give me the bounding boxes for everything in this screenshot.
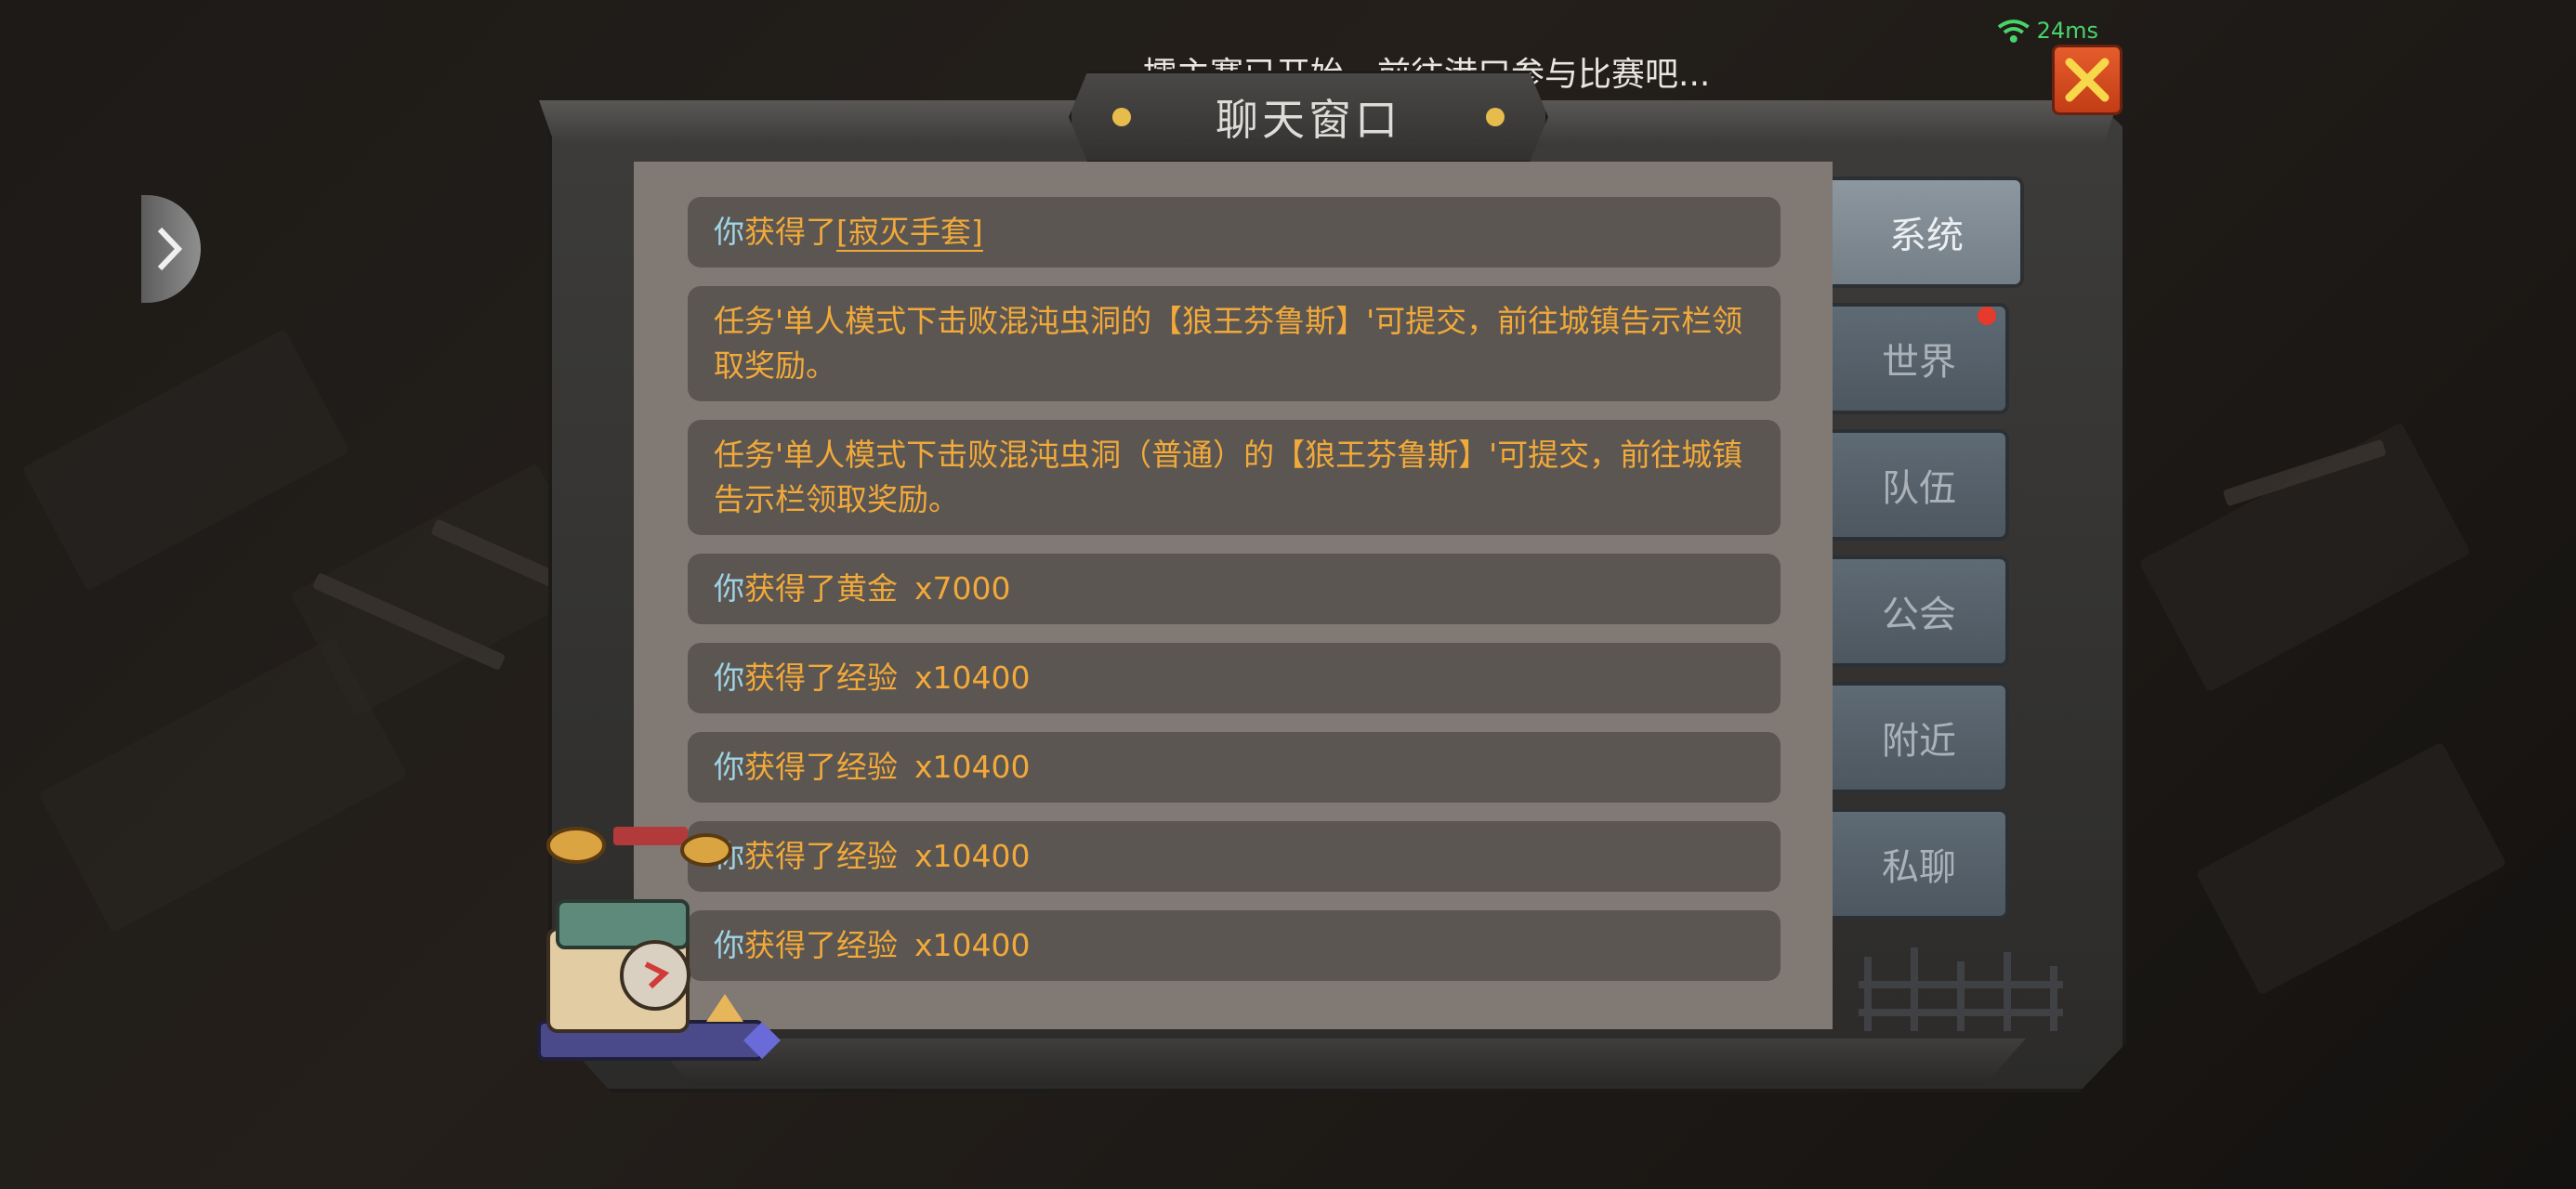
message-quantity: x10400 bbox=[914, 749, 1031, 785]
tab-guild[interactable]: 公会 bbox=[1833, 555, 2009, 667]
message-quantity: x10400 bbox=[914, 660, 1031, 696]
message-sender: 你 bbox=[714, 749, 744, 785]
tab-nearby[interactable]: 附近 bbox=[1833, 682, 2009, 793]
message-text: 获得了 bbox=[744, 214, 836, 250]
message-quantity: x10400 bbox=[914, 838, 1031, 874]
tab-label: 私聊 bbox=[1882, 846, 1956, 889]
title-ornament-left bbox=[1112, 108, 1131, 126]
chat-message: 你获得了黄金 x7000 bbox=[688, 554, 1781, 624]
chat-message: 你获得了经验 x10400 bbox=[688, 732, 1781, 803]
tab-label: 世界 bbox=[1882, 341, 1956, 384]
network-status: 24ms bbox=[1996, 15, 2098, 46]
message-text: 获得了经验 bbox=[744, 749, 898, 785]
world-notification-dot bbox=[1978, 307, 1996, 325]
message-quantity: x10400 bbox=[914, 927, 1031, 963]
chat-message: 你获得了经验x10400 bbox=[688, 821, 1781, 892]
item-link[interactable]: [寂灭手套] bbox=[836, 214, 983, 252]
message-quantity: x7000 bbox=[914, 570, 1011, 607]
message-text: 任务'单人模式下击败混沌虫洞的【狼王芬鲁斯】'可提交，前往城镇告示栏领取奖励。 bbox=[714, 303, 1743, 384]
treasure-chest-illustration bbox=[537, 827, 781, 1061]
title-ornament-right bbox=[1486, 108, 1505, 126]
tab-label: 附近 bbox=[1882, 720, 1956, 763]
message-sender: 你 bbox=[714, 660, 744, 696]
message-sender: 你 bbox=[714, 570, 744, 607]
chat-window-title-plate: 聊天窗口 bbox=[1069, 71, 1548, 163]
chat-message: 任务'单人模式下击败混沌虫洞（普通）的【狼王芬鲁斯】'可提交，前往城镇告示栏领取… bbox=[688, 420, 1781, 535]
message-sender: 你 bbox=[714, 214, 744, 250]
close-button[interactable] bbox=[2052, 45, 2123, 115]
tab-label: 系统 bbox=[1889, 215, 1964, 257]
tab-label: 队伍 bbox=[1882, 467, 1956, 510]
fence-decoration bbox=[1859, 947, 2063, 1031]
message-text: 获得了黄金 bbox=[744, 570, 898, 607]
chat-message: 你获得了经验x10400 bbox=[688, 910, 1781, 981]
chevron-right-icon bbox=[157, 227, 183, 271]
chat-message: 你获得了经验 x10400 bbox=[688, 643, 1781, 713]
chat-message: 你获得了[寂灭手套] bbox=[688, 197, 1781, 268]
ping-value: 24ms bbox=[2036, 18, 2098, 44]
chat-message: 任务'单人模式下击败混沌虫洞的【狼王芬鲁斯】'可提交，前往城镇告示栏领取奖励。 bbox=[688, 286, 1781, 401]
tab-system[interactable]: 系统 bbox=[1833, 176, 2024, 288]
tab-private[interactable]: 私聊 bbox=[1833, 808, 2009, 920]
message-text: 任务'单人模式下击败混沌虫洞（普通）的【狼王芬鲁斯】'可提交，前往城镇告示栏领取… bbox=[714, 437, 1743, 517]
chat-window-title: 聊天窗口 bbox=[1216, 95, 1401, 145]
wifi-icon bbox=[1997, 20, 2030, 43]
tab-label: 公会 bbox=[1882, 594, 1956, 636]
close-x-icon bbox=[2065, 58, 2109, 102]
chat-window-bottom-bar bbox=[651, 1039, 2026, 1085]
tab-team[interactable]: 队伍 bbox=[1833, 429, 2009, 541]
message-text: 获得了经验 bbox=[744, 660, 898, 696]
